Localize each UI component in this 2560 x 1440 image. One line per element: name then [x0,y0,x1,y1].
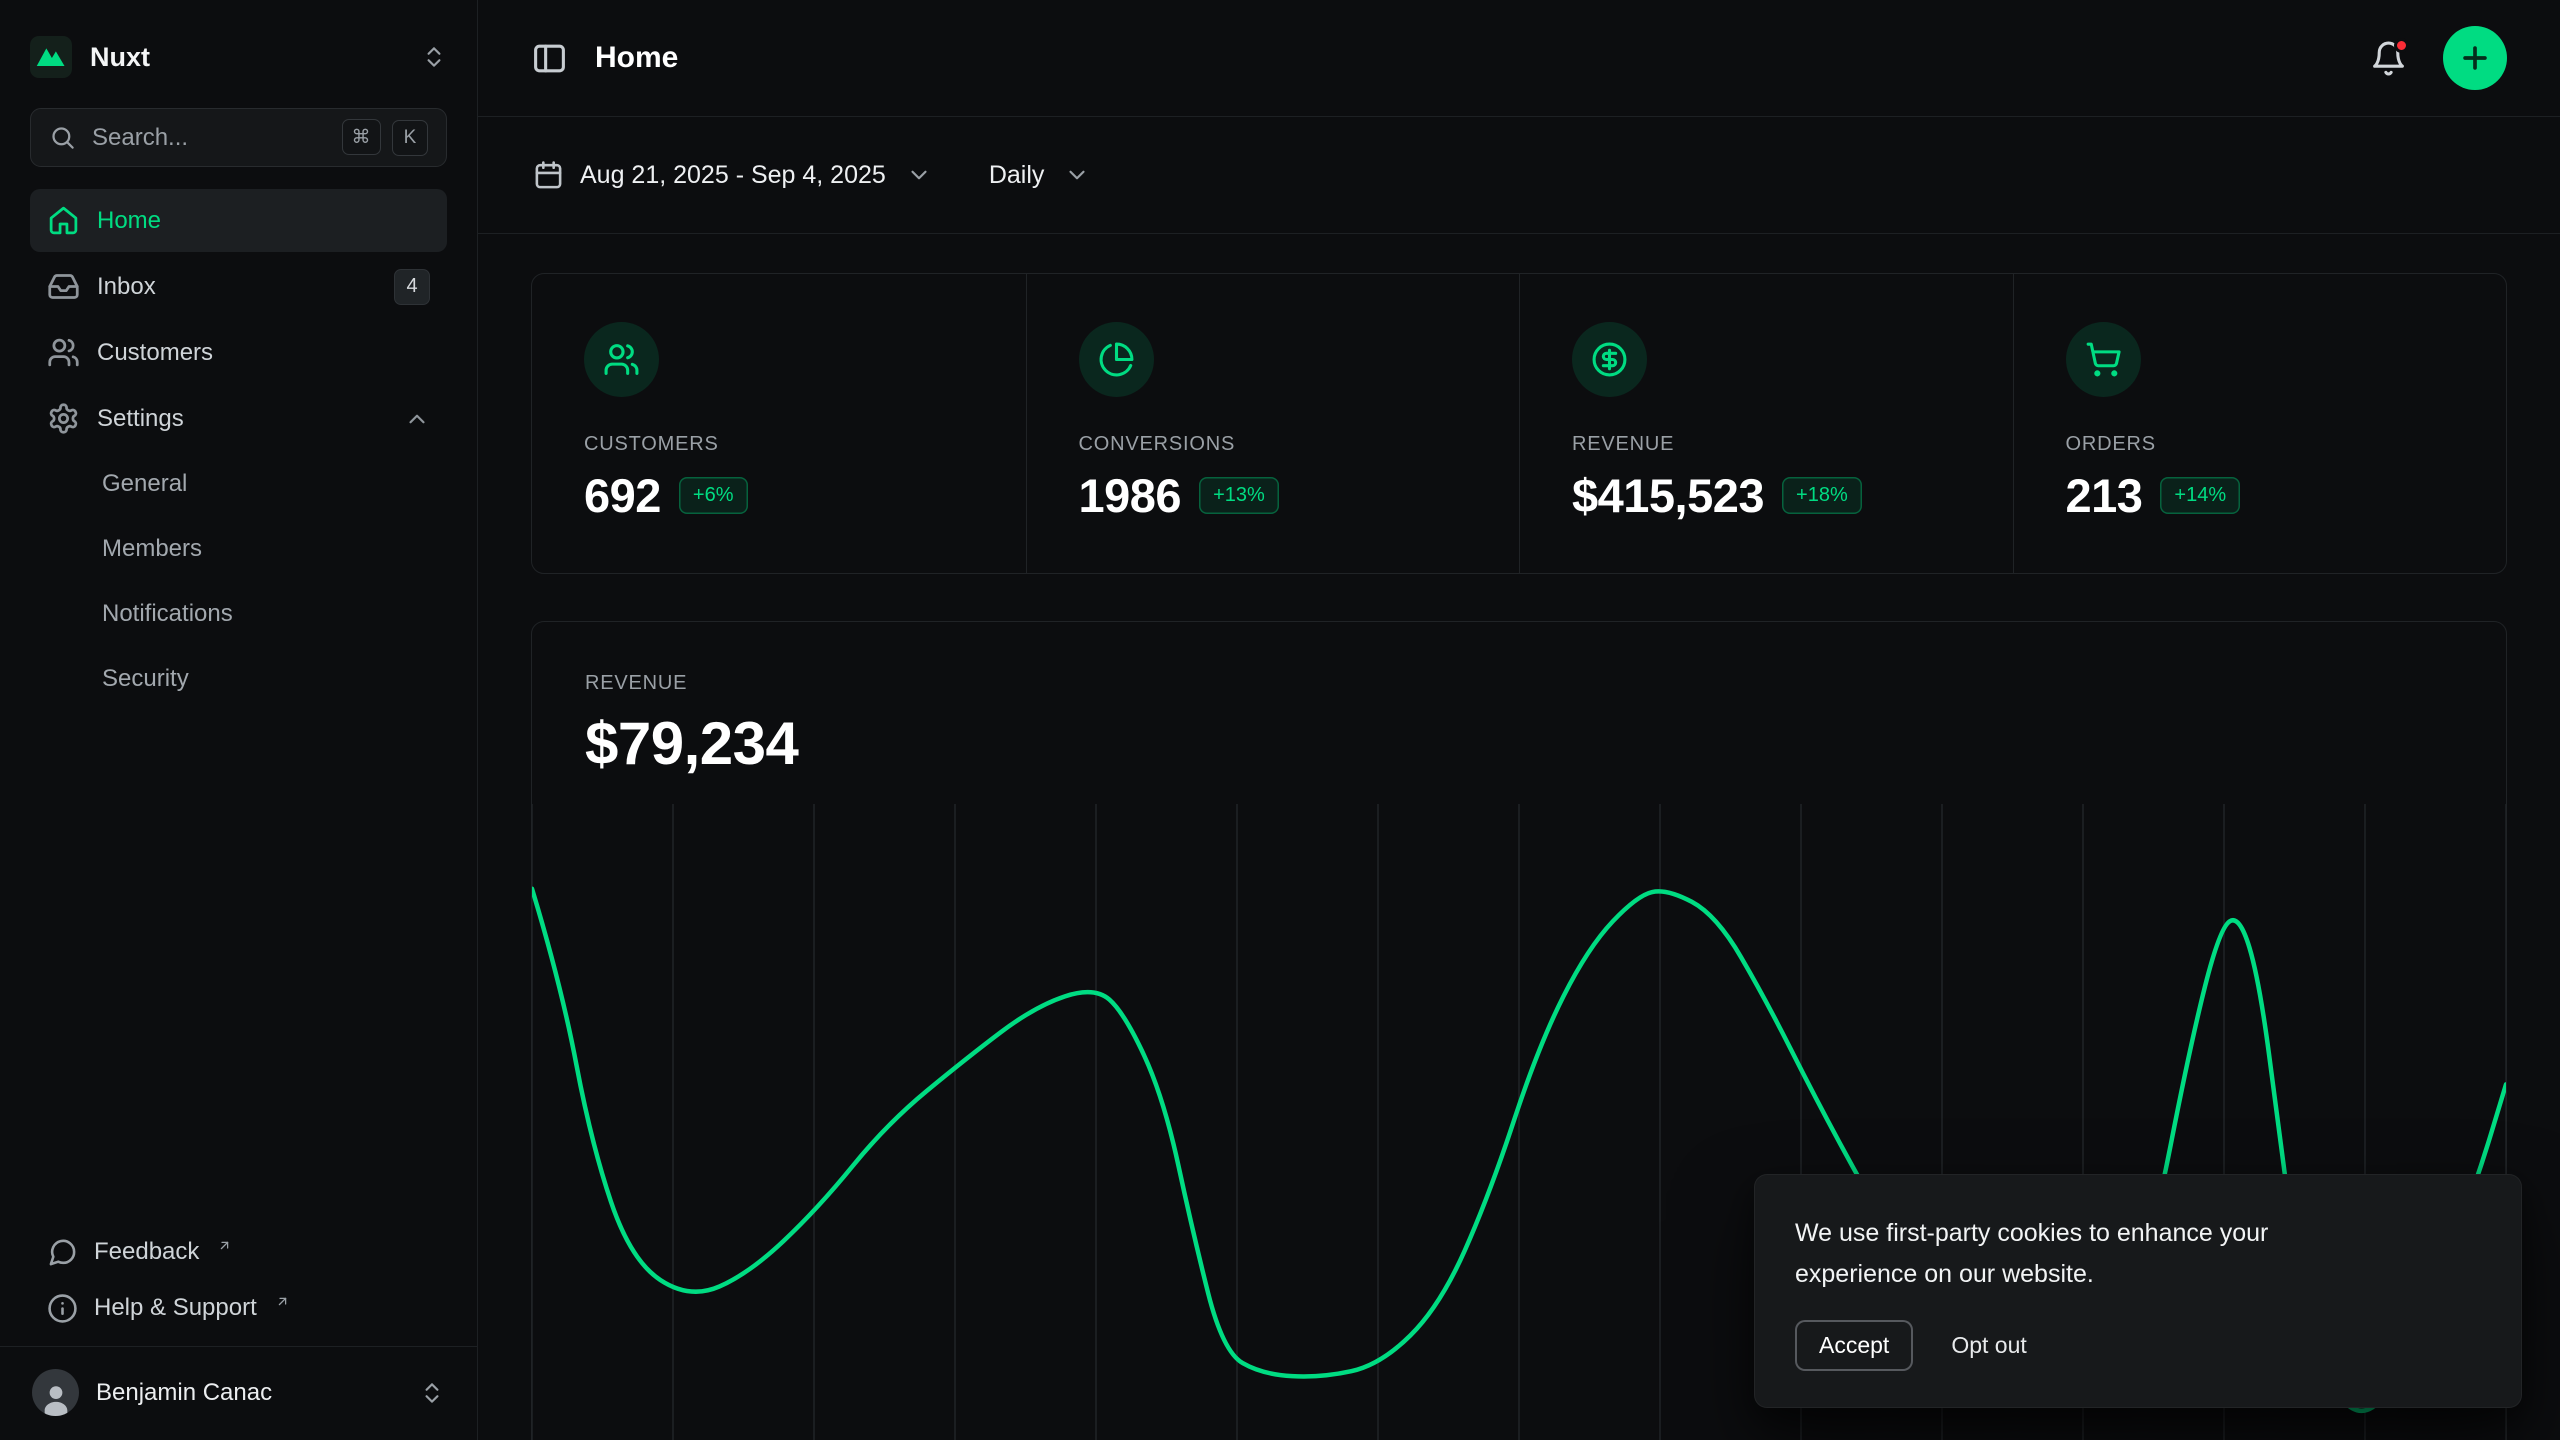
sidebar-item-notifications[interactable]: Notifications [30,583,447,645]
stat-orders: ORDERS 213 +14% [2013,274,2507,573]
kbd-meta: ⌘ [342,119,381,155]
users-icon [47,336,80,369]
notification-dot [2394,38,2409,53]
shopping-cart-icon [2066,322,2141,397]
stat-delta-badge: +18% [1782,477,1862,514]
filter-bar: Aug 21, 2025 - Sep 4, 2025 Daily [478,117,2560,234]
stat-delta-badge: +6% [679,477,748,514]
stats-card: CUSTOMERS 692 +6% CONVERSIONS 1986 +13% [531,273,2507,574]
chevrons-up-down-icon [419,1380,445,1406]
pie-chart-icon [1079,322,1154,397]
sidebar-item-security[interactable]: Security [30,648,447,710]
stat-value: $415,523 [1572,468,1764,523]
sidebar-item-label: Inbox [97,273,377,301]
external-link-icon [275,1294,290,1309]
stat-value: 213 [2066,468,2143,523]
sidebar: Nuxt Search... ⌘ K Home Inbox 4 [0,0,478,1440]
revenue-chart-label: REVENUE [585,672,2453,695]
stat-conversions: CONVERSIONS 1986 +13% [1026,274,1520,573]
user-name: Benjamin Canac [96,1379,402,1407]
interval-label: Daily [989,161,1045,190]
stat-customers: CUSTOMERS 692 +6% [532,274,1026,573]
help-support-label: Help & Support [94,1294,257,1322]
feedback-link[interactable]: Feedback [30,1224,447,1280]
sidebar-item-label: Home [97,207,430,235]
stat-label: REVENUE [1572,433,1961,456]
sidebar-item-settings[interactable]: Settings [30,387,447,450]
stat-value: 692 [584,468,661,523]
sidebar-spacer [0,710,477,1224]
chevron-up-icon [404,406,430,432]
stat-label: CUSTOMERS [584,433,974,456]
interval-select[interactable]: Daily [989,161,1091,190]
sidebar-footer-links: Feedback Help & Support [0,1224,477,1346]
message-bubble-icon [47,1237,78,1268]
sidebar-item-members[interactable]: Members [30,518,447,580]
sidebar-item-home[interactable]: Home [30,189,447,252]
sidebar-item-customers[interactable]: Customers [30,321,447,384]
stat-revenue: REVENUE $415,523 +18% [1519,274,2013,573]
stat-label: ORDERS [2066,433,2455,456]
stat-value: 1986 [1079,468,1182,523]
page-title: Home [595,41,2370,75]
inbox-count-badge: 4 [394,269,430,305]
revenue-chart-value: $79,234 [585,709,2453,778]
nuxt-logo [30,36,72,78]
stat-delta-badge: +14% [2160,477,2240,514]
search-placeholder: Search... [92,124,326,152]
avatar [32,1369,79,1416]
feedback-label: Feedback [94,1238,199,1266]
sidebar-item-label: Customers [97,339,430,367]
home-icon [47,204,80,237]
stat-label: CONVERSIONS [1079,433,1468,456]
date-range-picker[interactable]: Aug 21, 2025 - Sep 4, 2025 [533,160,932,191]
info-circle-icon [47,1293,78,1324]
workspace-name: Nuxt [90,42,403,73]
search-input[interactable]: Search... ⌘ K [30,108,447,167]
cookie-optout-button[interactable]: Opt out [1947,1320,2030,1371]
sidebar-toggle-icon[interactable] [531,40,568,77]
calendar-icon [533,160,564,191]
sidebar-nav: Home Inbox 4 Customers Settings General [0,189,477,710]
workspace-switcher[interactable]: Nuxt [0,0,477,98]
cookie-banner: We use first-party cookies to enhance yo… [1754,1174,2522,1408]
sidebar-item-general[interactable]: General [30,453,447,515]
gear-icon [47,402,80,435]
top-header: Home [478,0,2560,117]
chevrons-up-down-icon [421,44,447,70]
chevron-down-icon [906,162,932,188]
chevron-down-icon [1064,162,1090,188]
kbd-key: K [392,120,428,156]
user-menu[interactable]: Benjamin Canac [0,1346,477,1440]
sidebar-item-inbox[interactable]: Inbox 4 [30,255,447,318]
stat-delta-badge: +13% [1199,477,1279,514]
inbox-icon [47,270,80,303]
cookie-message: We use first-party cookies to enhance yo… [1795,1213,2375,1294]
cookie-accept-button[interactable]: Accept [1795,1320,1913,1371]
external-link-icon [217,1238,232,1253]
help-support-link[interactable]: Help & Support [30,1280,447,1336]
notifications-bell-button[interactable] [2370,40,2407,77]
dollar-circle-icon [1572,322,1647,397]
users-circle-icon [584,322,659,397]
sidebar-item-label: Settings [97,405,387,433]
search-icon [49,124,76,151]
add-button[interactable] [2443,26,2507,90]
date-range-label: Aug 21, 2025 - Sep 4, 2025 [580,161,886,190]
